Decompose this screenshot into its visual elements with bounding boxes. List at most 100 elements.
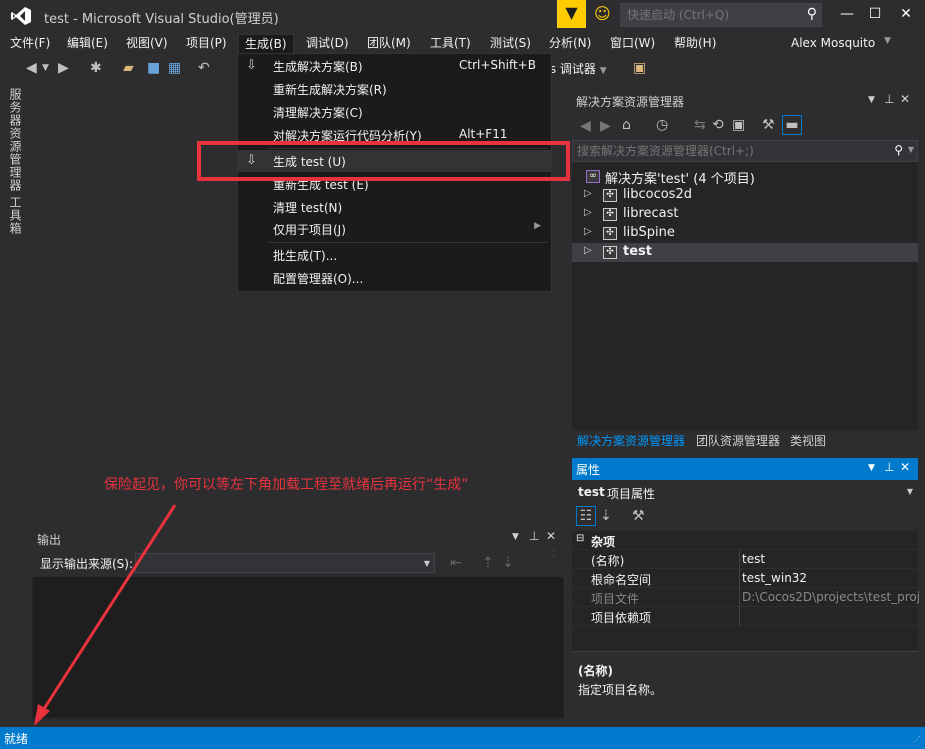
- menu-tools[interactable]: 工具(T): [424, 34, 477, 54]
- collapse-icon[interactable]: ⊟: [576, 533, 584, 544]
- minimize-button[interactable]: —: [832, 4, 862, 24]
- project-icon: ✣: [603, 227, 617, 240]
- expand-arrow-icon[interactable]: ▷: [584, 188, 592, 199]
- menu-team[interactable]: 团队(M): [361, 34, 417, 54]
- pin-icon[interactable]: ⊥: [529, 529, 539, 543]
- user-name[interactable]: Alex Mosquito: [791, 36, 875, 50]
- expand-arrow-icon[interactable]: ▷: [584, 226, 592, 237]
- menu-test[interactable]: 测试(S): [484, 34, 537, 54]
- open-file-icon[interactable]: ▰: [123, 60, 134, 76]
- search-icon[interactable]: ⚲: [807, 6, 817, 22]
- categorized-icon[interactable]: ☷: [576, 506, 596, 526]
- project-node-libspine[interactable]: ▷ ✣ libSpine: [572, 224, 918, 243]
- home-icon[interactable]: ⌂: [622, 117, 631, 133]
- menu-help[interactable]: 帮助(H): [668, 34, 722, 54]
- platform-dropdown-icon[interactable]: ▼: [600, 66, 607, 76]
- feedback-smiley-icon[interactable]: ☺: [594, 4, 611, 23]
- category-row[interactable]: ⊟ 杂项: [572, 531, 918, 550]
- properties-title: 属性: [576, 463, 601, 477]
- project-only-item[interactable]: 仅用于项目(J) ▶: [238, 218, 551, 240]
- close-button[interactable]: ✕: [891, 4, 921, 24]
- close-panel-icon[interactable]: ✕: [900, 92, 910, 106]
- back-icon[interactable]: ◀: [26, 60, 37, 76]
- quick-launch-input[interactable]: [621, 4, 796, 26]
- pending-changes-icon[interactable]: ◷: [656, 117, 668, 133]
- toolbox-tab[interactable]: 工具箱: [8, 196, 24, 235]
- configuration-manager-item[interactable]: 配置管理器(O)...: [238, 267, 551, 289]
- resize-grip-icon[interactable]: ⋰: [914, 735, 921, 743]
- menu-window[interactable]: 窗口(W): [604, 34, 661, 54]
- window-position-icon[interactable]: ▼: [868, 95, 875, 105]
- solution-search-input[interactable]: [573, 141, 883, 161]
- property-pages-icon[interactable]: ⚒: [632, 508, 645, 524]
- clean-test-item[interactable]: 清理 test(N): [238, 196, 551, 218]
- build-solution-item[interactable]: ⇩ 生成解决方案(B) Ctrl+Shift+B: [238, 55, 551, 77]
- project-node-test[interactable]: ▷ ✣ test: [572, 243, 918, 262]
- object-type: 项目属性: [607, 487, 656, 501]
- menu-debug[interactable]: 调试(D): [300, 34, 355, 54]
- project-node-librecast[interactable]: ▷ ✣ librecast: [572, 205, 918, 224]
- new-project-icon[interactable]: ✱: [90, 60, 102, 76]
- property-row[interactable]: 项目文件 D:\Cocos2D\projects\test_proj: [572, 588, 920, 607]
- annotation-text: 保险起见，你可以等左下角加载工程至就绪后再运行“生成”: [104, 477, 469, 493]
- preview-selected-icon[interactable]: ▬: [782, 115, 802, 135]
- chevron-down-icon[interactable]: ▼: [424, 559, 430, 568]
- project-node-libcocos2d[interactable]: ▷ ✣ libcocos2d: [572, 186, 918, 205]
- find-in-files-icon[interactable]: ▣: [633, 60, 646, 76]
- sync-icon[interactable]: ⇆: [694, 117, 706, 133]
- user-dropdown-icon[interactable]: ▼: [884, 36, 891, 46]
- next-message-icon[interactable]: ⇣: [502, 555, 514, 571]
- pin-icon[interactable]: ⊥: [884, 460, 894, 474]
- output-source-select[interactable]: ▼: [135, 553, 435, 573]
- menu-edit[interactable]: 编辑(E): [61, 34, 114, 54]
- menu-view[interactable]: 视图(V): [120, 34, 174, 54]
- notification-flag-icon[interactable]: ▼: [557, 0, 586, 28]
- tab-class-view[interactable]: 类视图: [790, 432, 826, 449]
- find-message-icon[interactable]: ⇤: [450, 555, 462, 571]
- tab-team-explorer[interactable]: 团队资源管理器: [696, 432, 780, 449]
- maximize-button[interactable]: ☐: [860, 4, 890, 24]
- refresh-icon[interactable]: ⟲: [712, 117, 724, 133]
- search-icon[interactable]: ⚲: [894, 143, 903, 157]
- forward-icon[interactable]: ▶: [58, 60, 69, 76]
- back-icon[interactable]: ◀: [580, 118, 591, 134]
- properties-object-selector[interactable]: test 项目属性 ▼: [572, 481, 918, 503]
- close-panel-icon[interactable]: ✕: [546, 529, 556, 543]
- pin-icon[interactable]: ⊥: [884, 92, 894, 106]
- property-row[interactable]: 项目依赖项: [572, 607, 918, 626]
- menu-analyze[interactable]: 分析(N): [543, 34, 597, 54]
- output-text-area[interactable]: [33, 577, 563, 717]
- project-icon: ✣: [603, 189, 617, 202]
- property-row[interactable]: (名称) test: [572, 550, 918, 569]
- alphabetical-icon[interactable]: ⇣: [600, 508, 612, 524]
- save-icon[interactable]: ■: [147, 60, 160, 76]
- window-position-icon[interactable]: ▼: [512, 532, 519, 542]
- window-position-icon[interactable]: ▼: [868, 463, 875, 473]
- solution-root-node[interactable]: ∞ 解决方案'test' (4 个项目): [572, 167, 918, 187]
- expand-arrow-icon[interactable]: ▷: [584, 207, 592, 218]
- search-options-icon[interactable]: ▼: [908, 145, 914, 154]
- undo-icon[interactable]: ↶: [198, 60, 210, 76]
- clean-solution-item[interactable]: 清理解决方案(C): [238, 101, 551, 123]
- back-dropdown-icon[interactable]: ▼: [42, 63, 49, 73]
- menu-build[interactable]: 生成(B): [238, 34, 294, 54]
- save-all-icon[interactable]: ▦: [168, 60, 181, 76]
- quick-launch-box[interactable]: ⚲: [620, 3, 822, 27]
- toolbar-overflow-icon[interactable]: ⁚: [552, 549, 555, 560]
- property-row[interactable]: 根命名空间 test_win32: [572, 569, 918, 588]
- menu-project[interactable]: 项目(P): [180, 34, 233, 54]
- close-panel-icon[interactable]: ✕: [900, 460, 910, 474]
- forward-icon[interactable]: ▶: [600, 118, 611, 134]
- collapse-all-icon[interactable]: ▣: [732, 117, 745, 133]
- batch-build-item[interactable]: 批生成(T)...: [238, 244, 551, 266]
- rebuild-solution-item[interactable]: 重新生成解决方案(R): [238, 78, 551, 100]
- column-divider: [739, 569, 740, 588]
- solution-search-box[interactable]: ⚲ ▼: [572, 140, 918, 162]
- properties-wrench-icon[interactable]: ⚒: [762, 117, 775, 133]
- tab-solution-explorer[interactable]: 解决方案资源管理器: [577, 432, 685, 449]
- menu-file[interactable]: 文件(F): [4, 34, 56, 54]
- chevron-down-icon[interactable]: ▼: [907, 487, 913, 496]
- previous-message-icon[interactable]: ⇡: [482, 555, 494, 571]
- expand-arrow-icon[interactable]: ▷: [584, 245, 592, 256]
- server-explorer-tab[interactable]: 服务器资源管理器: [8, 88, 24, 192]
